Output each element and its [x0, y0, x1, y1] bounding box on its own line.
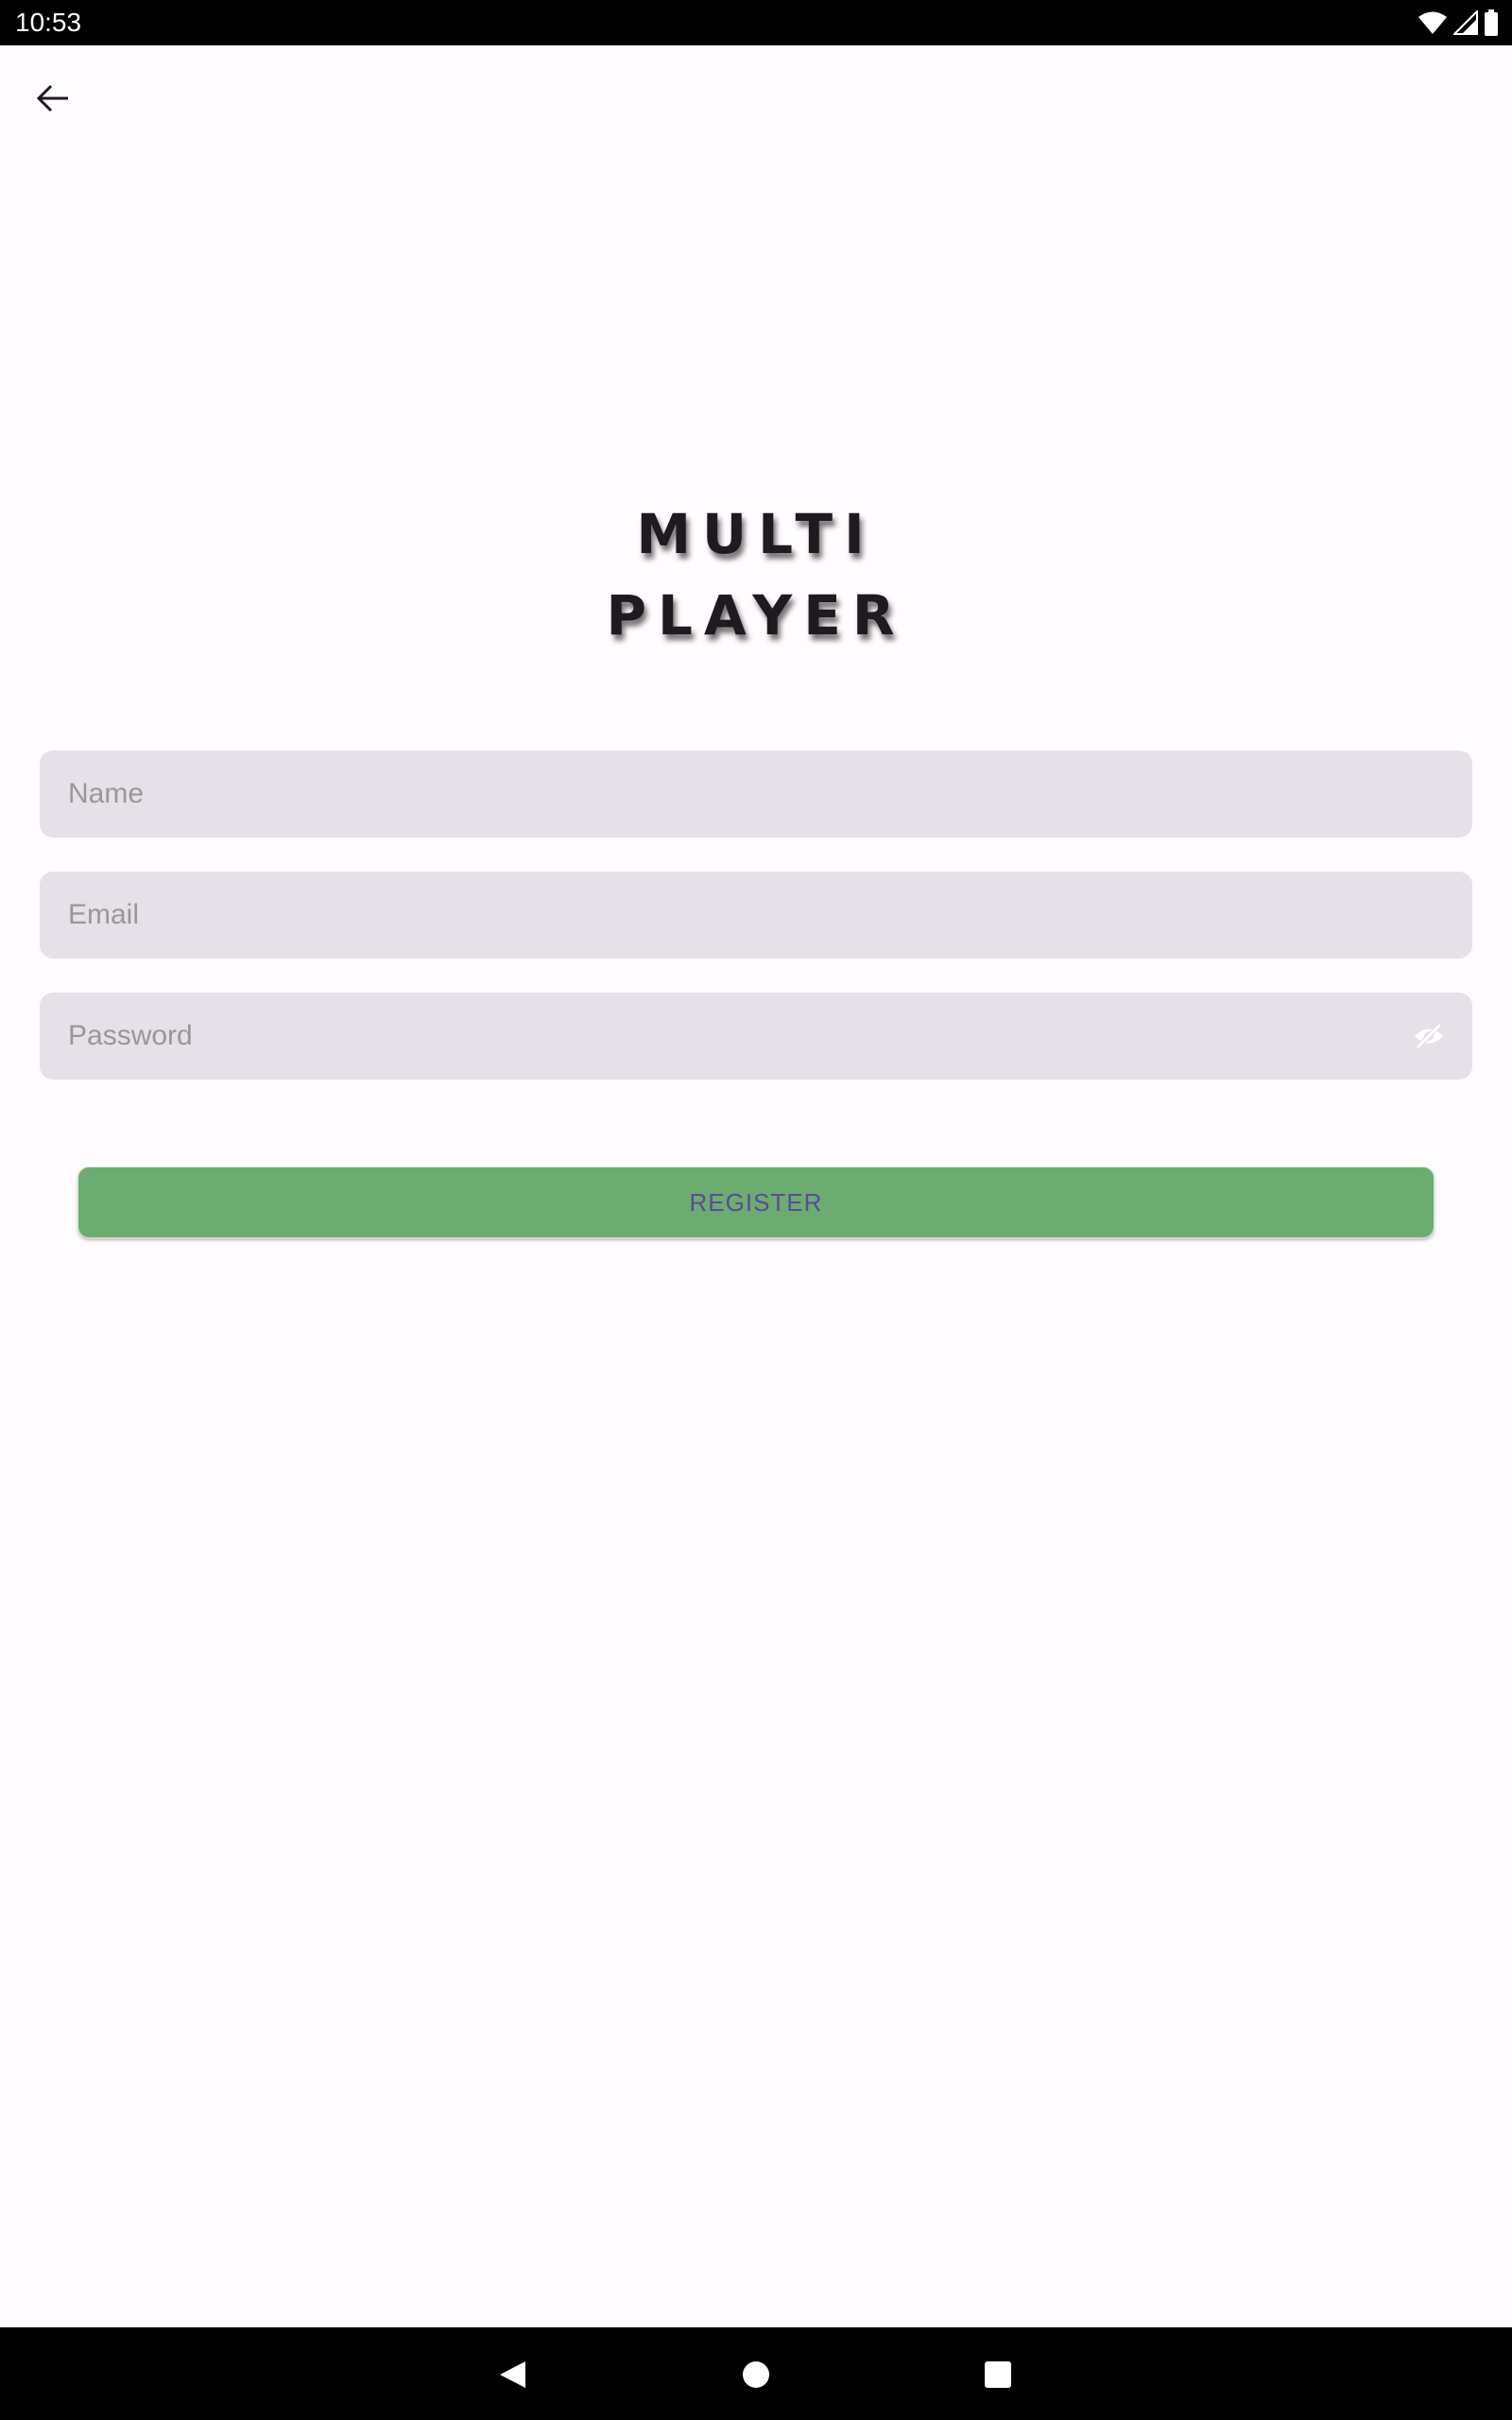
- nav-back-icon: [500, 2361, 525, 2388]
- navigation-bar: [0, 2327, 1512, 2420]
- arrow-left-icon: [36, 84, 68, 112]
- nav-recents-button[interactable]: [970, 2346, 1026, 2403]
- password-field[interactable]: [40, 993, 1472, 1080]
- password-visibility-toggle[interactable]: [1412, 1019, 1446, 1053]
- register-button[interactable]: REGISTER: [77, 1167, 1435, 1238]
- battery-icon: [1485, 9, 1498, 36]
- nav-home-icon: [743, 2361, 769, 2388]
- status-time: 10:53: [15, 8, 82, 37]
- name-input[interactable]: [68, 751, 1372, 838]
- app-title-line-2: PLAYER: [606, 583, 906, 648]
- nav-recents-icon: [985, 2361, 1011, 2388]
- back-button[interactable]: [23, 68, 83, 129]
- cell-signal-icon: [1453, 10, 1478, 35]
- app-title-line-1: MULTI: [636, 502, 876, 566]
- nav-back-button[interactable]: [484, 2346, 541, 2403]
- eye-off-icon: [1415, 1023, 1443, 1049]
- email-input[interactable]: [68, 872, 1372, 959]
- app-title: MULTI PLAYER: [0, 493, 1512, 656]
- name-field[interactable]: [40, 751, 1472, 838]
- status-icons: [1418, 9, 1499, 36]
- register-button-label: REGISTER: [689, 1187, 823, 1217]
- wifi-icon: [1418, 11, 1447, 34]
- nav-home-button[interactable]: [728, 2346, 784, 2403]
- email-field[interactable]: [40, 872, 1472, 959]
- status-bar: 10:53: [0, 0, 1512, 45]
- password-input[interactable]: [68, 993, 1372, 1080]
